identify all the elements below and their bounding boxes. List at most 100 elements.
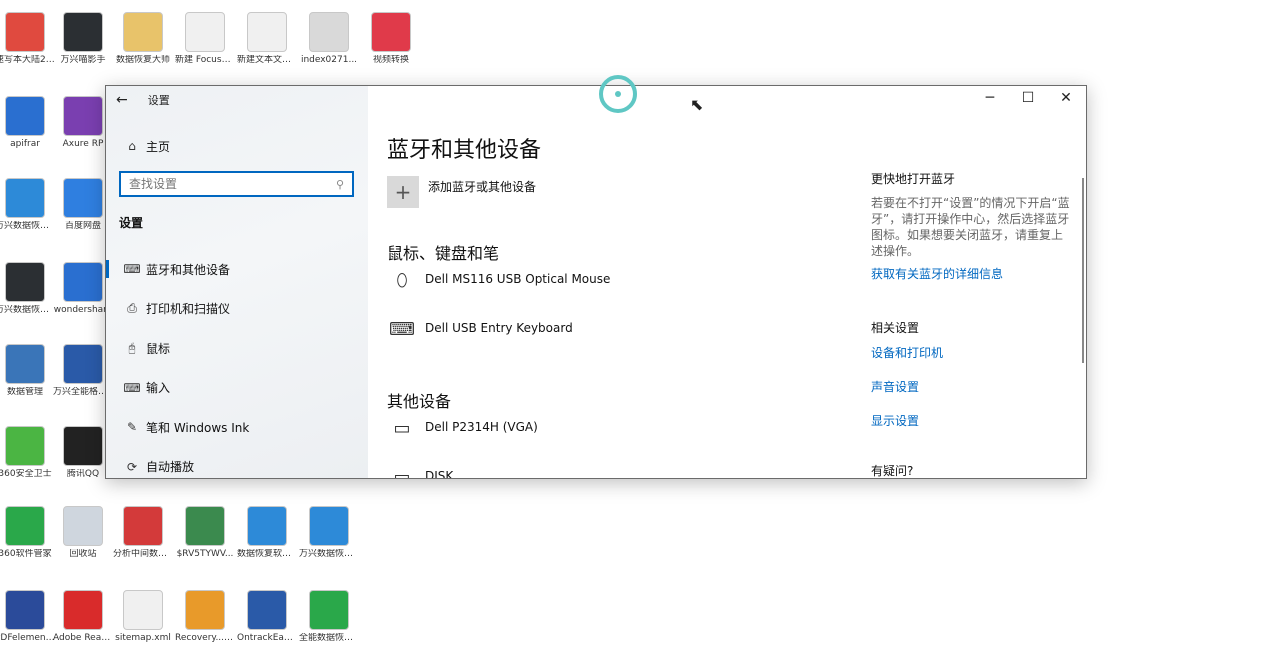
sound-settings-link[interactable]: 声音设置 — [871, 378, 943, 395]
desktop-icon-label: 新建 Focusky.fs — [175, 55, 235, 65]
device-item[interactable]: ⬯ Dell MS116 USB Optical Mouse — [387, 270, 610, 291]
desktop-icon-label: Recovery... 快捷方式 — [175, 633, 235, 643]
window-controls: ─ ☐ ✕ — [980, 90, 1076, 106]
app-icon — [63, 344, 103, 384]
display-settings-link[interactable]: 显示设置 — [871, 412, 943, 429]
maximize-icon[interactable]: ☐ — [1018, 90, 1038, 106]
device-item[interactable]: ▭ DISK — [387, 467, 454, 479]
device-item[interactable]: ⌨ Dell USB Entry Keyboard — [387, 319, 573, 340]
desktop-icon[interactable]: Axure RP — [53, 96, 113, 150]
keyboard-icon: ⌨ — [123, 380, 141, 395]
desktop-icon[interactable]: 腾讯QQ — [53, 426, 113, 480]
app-icon — [247, 506, 287, 546]
desktop-icon[interactable]: 万兴数据恢复大师 — [0, 178, 55, 232]
minimize-icon[interactable]: ─ — [980, 90, 1000, 106]
mouse-cursor-icon: ⬉ — [690, 95, 704, 114]
desktop-icon-label: 视频转换 — [372, 55, 409, 65]
sidebar-item-label: 主页 — [146, 139, 171, 154]
desktop-icon-label: PDFelement 6 Pro — [0, 633, 55, 643]
desktop-icon[interactable]: 万兴数据恢复专家 — [0, 262, 55, 316]
sidebar-item-label: 蓝牙和其他设备 — [146, 262, 231, 277]
desktop-icon[interactable]: 回收站 — [53, 506, 113, 560]
desktop-icon[interactable]: PDFelement 6 Pro — [0, 590, 55, 644]
desktop-icon[interactable]: 全能数据恢复大师 — [299, 590, 359, 644]
desktop-icon[interactable]: 数据恢复大师 — [113, 12, 173, 66]
app-icon — [123, 506, 163, 546]
app-icon — [63, 178, 103, 218]
device-item[interactable]: ▭ Dell P2314H (VGA) — [387, 418, 537, 439]
device-name: Dell MS116 USB Optical Mouse — [425, 272, 611, 286]
desktop-icon[interactable]: 360软件管家 — [0, 506, 55, 560]
search-box[interactable]: ⚲ — [119, 171, 354, 197]
app-icon — [371, 12, 411, 52]
back-arrow-icon[interactable]: ← — [116, 92, 128, 108]
device-name: DISK — [425, 469, 454, 479]
search-input[interactable] — [129, 177, 336, 191]
desktop-icon[interactable]: 视频转换 — [361, 12, 421, 66]
mouse-icon: 🖰 — [128, 340, 136, 355]
device-name: Dell USB Entry Keyboard — [425, 321, 573, 335]
desktop-icon[interactable]: 万兴喵影手 — [53, 12, 113, 66]
desktop-icon-label: 万兴喵影手 — [60, 55, 106, 65]
search-icon[interactable]: ⚲ — [336, 178, 344, 191]
app-icon — [5, 506, 45, 546]
desktop-icon-label: $RV5TYWV... — [176, 549, 234, 559]
desktop-icon-label: index0271... — [300, 55, 358, 65]
sidebar-item[interactable]: ⌨ 输入 — [106, 373, 368, 403]
desktop-icon[interactable]: index0271... — [299, 12, 359, 66]
scrollbar[interactable] — [1082, 178, 1084, 363]
desktop-icon-label: Adobe Reader XI — [53, 633, 113, 643]
quick-text: 若要在不打开“设置”的情况下开启“蓝牙”，请打开操作中心，然后选择蓝牙图标。如果… — [871, 196, 1070, 258]
desktop-icon[interactable]: Recovery... 快捷方式 — [175, 590, 235, 644]
pen-icon: ✎ — [126, 420, 138, 434]
add-device-label[interactable]: 添加蓝牙或其他设备 — [428, 178, 536, 195]
desktop-icon[interactable]: 数据管理 — [0, 344, 55, 398]
sidebar-item[interactable]: ✎ 笔和 Windows Ink — [106, 412, 368, 442]
sidebar-item[interactable]: ⎙ 打印机和扫描仪 — [106, 294, 368, 324]
quick-title: 更快地打开蓝牙 — [871, 172, 956, 186]
app-icon — [309, 506, 349, 546]
app-icon — [63, 426, 103, 466]
sidebar-item[interactable]: ⌨ 蓝牙和其他设备 — [106, 254, 368, 284]
devices-printers-link[interactable]: 设备和打印机 — [871, 344, 943, 361]
desktop-icon[interactable]: 百度网盘 — [53, 178, 113, 232]
question-title: 有疑问? — [871, 464, 914, 478]
desktop-icon[interactable]: Adobe Reader XI — [53, 590, 113, 644]
device-icon: ⌨ — [389, 319, 415, 340]
desktop-icon[interactable]: 万兴全能格式转换专家 — [53, 344, 113, 398]
desktop-icon[interactable]: $RV5TYWV... — [175, 506, 235, 560]
desktop-icon[interactable]: 新建 Focusky.fs — [175, 12, 235, 66]
desktop-icon[interactable]: 数据恢复软件建议_recov... — [237, 506, 297, 560]
sidebar-item[interactable]: 🖰 鼠标 — [106, 333, 368, 363]
desktop-icon[interactable]: 新建文本文档.txt — [237, 12, 297, 66]
desktop-icon[interactable]: sitemap.xml — [113, 590, 173, 644]
related-settings: 相关设置 设备和打印机 声音设置 显示设置 — [871, 319, 943, 429]
desktop-icon-label: 数据恢复软件建议_recov... — [237, 549, 297, 559]
sidebar-item[interactable]: ⟳ 自动播放 — [106, 452, 368, 479]
desktop-icon-label: sitemap.xml — [115, 633, 171, 643]
close-icon[interactable]: ✕ — [1056, 90, 1076, 106]
desktop-icon[interactable]: 万兴数据恢复大师 — [299, 506, 359, 560]
desktop-icon[interactable]: apifrar — [0, 96, 55, 150]
device-icon: ▭ — [393, 467, 411, 479]
desktop-icon[interactable]: 分析中间数据服务平台 — [113, 506, 173, 560]
autoplay-icon: ⟳ — [126, 459, 138, 474]
app-icon — [5, 12, 45, 52]
bluetooth-info-link[interactable]: 获取有关蓝牙的详细信息 — [871, 265, 1071, 282]
app-icon — [185, 590, 225, 630]
section-other-devices: 其他设备 — [387, 392, 452, 411]
desktop-icon[interactable]: 360安全卫士 — [0, 426, 55, 480]
desktop-icon[interactable]: OntrackEasyRecovery — [237, 590, 297, 644]
sidebar: ← 设置 ⌂ 主页 ⚲ 设置 ⌨ 蓝牙和其他设备 ⎙ 打印机和扫描仪 🖰 鼠标 ⌨ 输入 ✎ 笔和… — [106, 86, 368, 478]
desktop-icon[interactable]: wondershare — [53, 262, 113, 316]
app-icon — [63, 506, 103, 546]
app-icon — [185, 506, 225, 546]
sidebar-item-home[interactable]: ⌂ 主页 — [106, 131, 368, 161]
desktop-icon-label: 腾讯QQ — [66, 469, 100, 479]
sidebar-item-label: 鼠标 — [146, 341, 171, 356]
sidebar-item-label: 打印机和扫描仪 — [146, 302, 231, 316]
app-icon — [63, 12, 103, 52]
add-device-button[interactable]: + — [387, 176, 419, 208]
desktop-icon[interactable]: 速写本大陆2018版 — [0, 12, 55, 66]
app-icon — [5, 96, 45, 136]
